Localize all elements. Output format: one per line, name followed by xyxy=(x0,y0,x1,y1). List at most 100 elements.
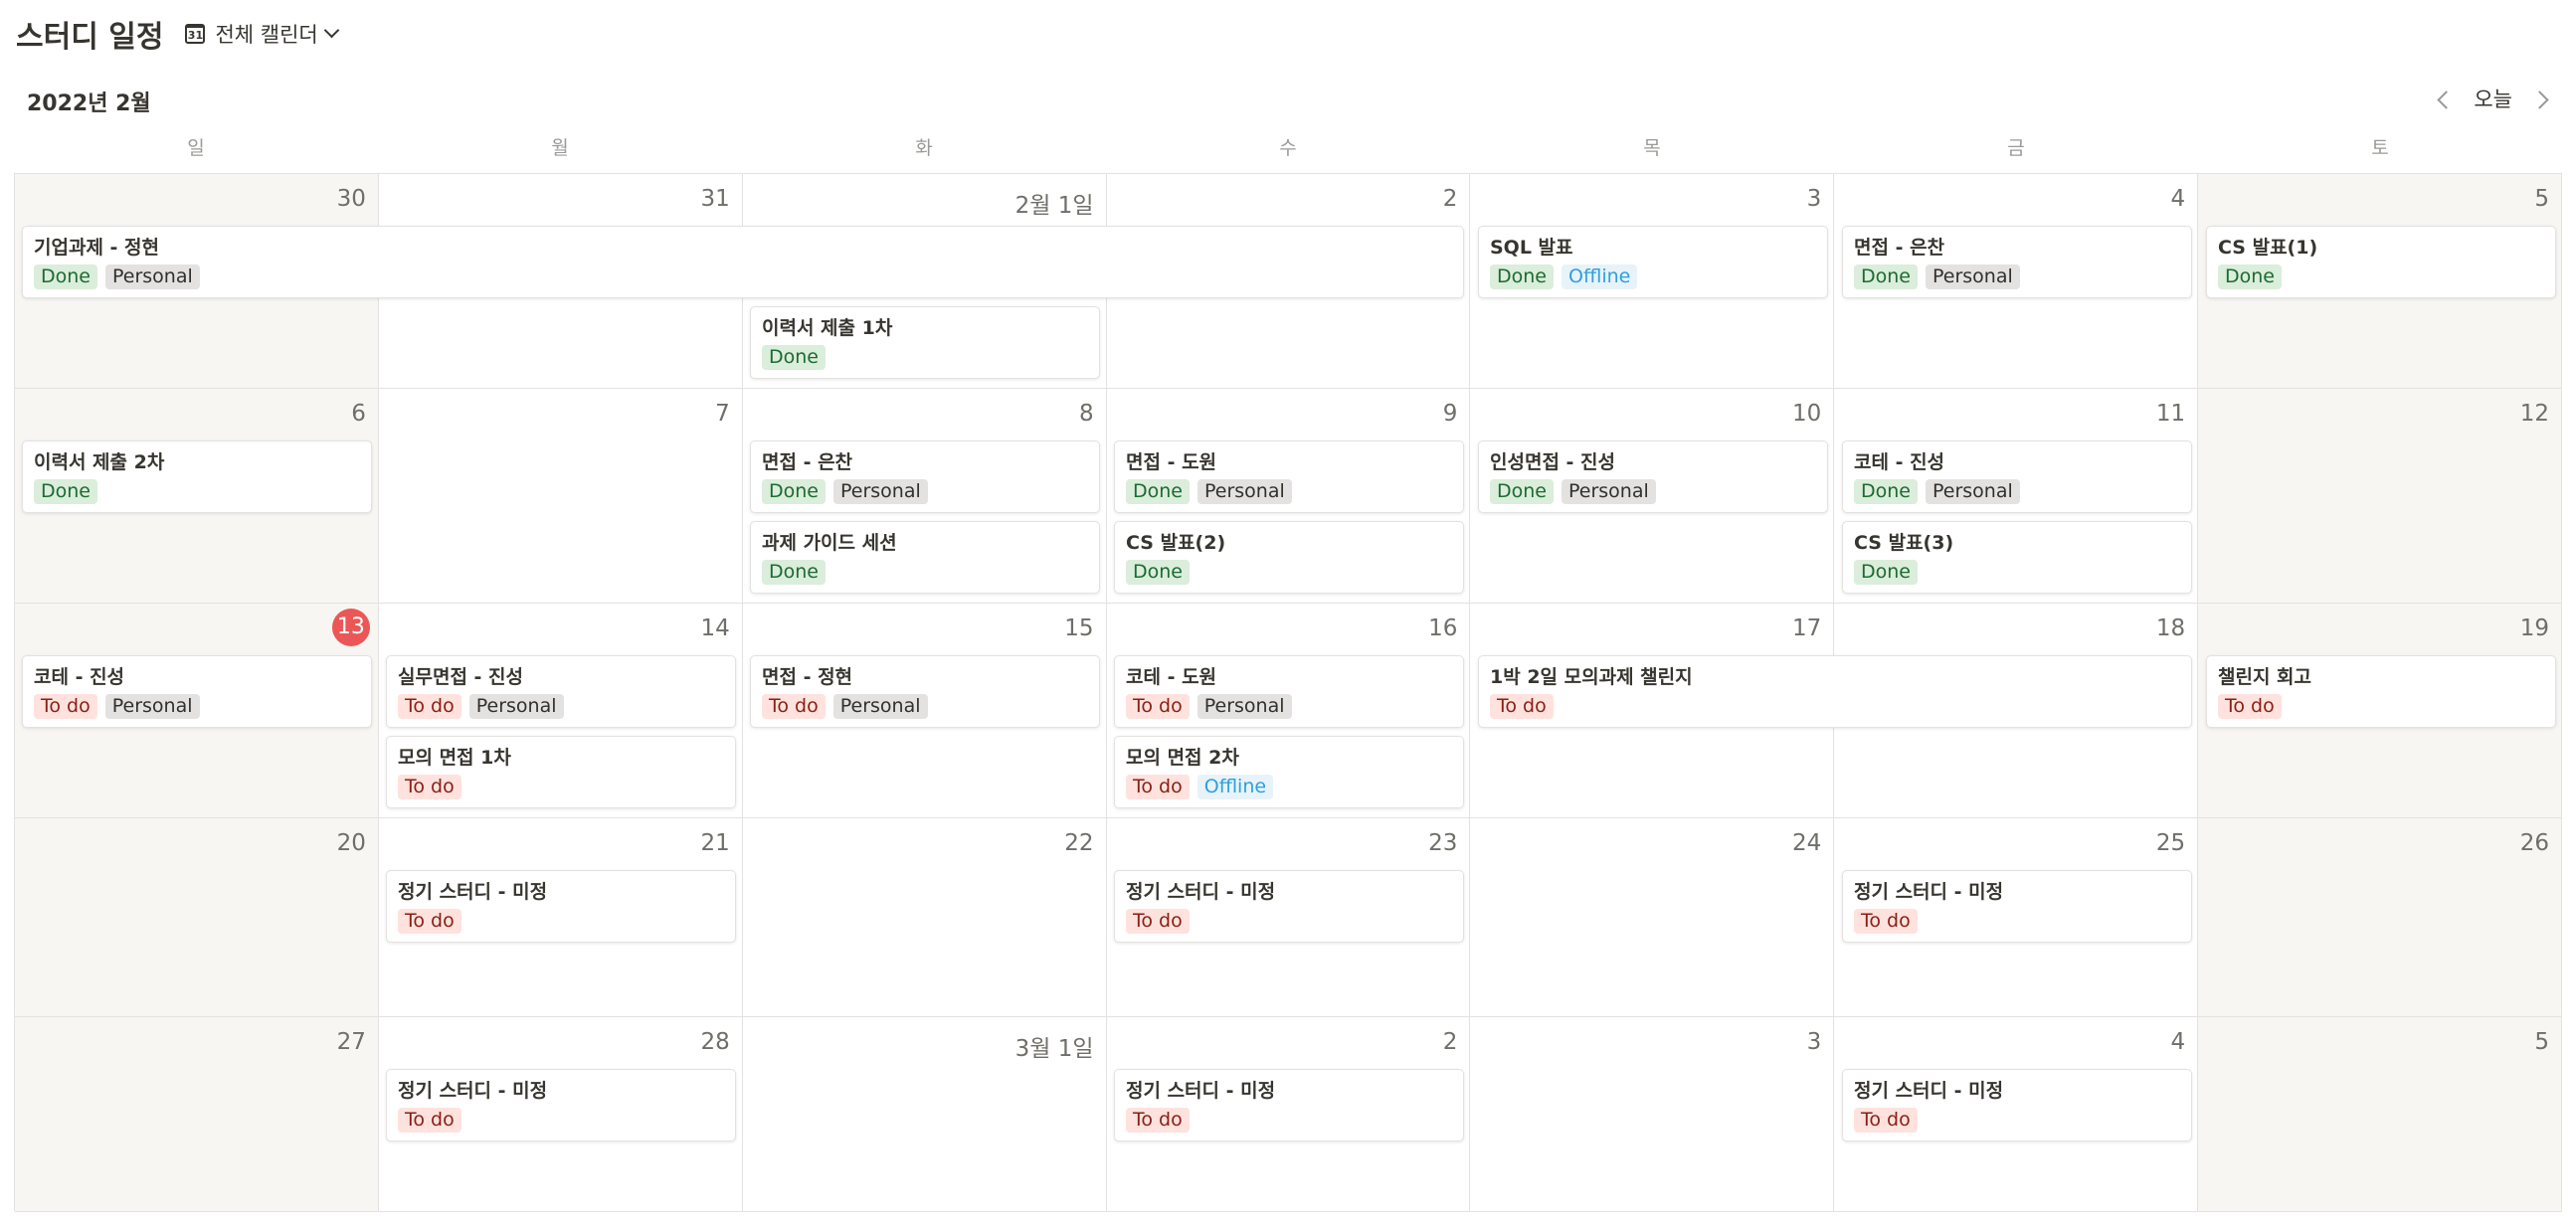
status-tag: Offline xyxy=(1196,775,1274,799)
status-tag: Done xyxy=(762,560,826,585)
event-card[interactable]: 모의 면접 2차 To do Offline xyxy=(1114,736,1464,808)
event-title: 코테 - 진성 xyxy=(34,666,125,688)
day-cell[interactable]: 3월 1일 xyxy=(742,1017,1107,1212)
event-card[interactable]: 코테 - 도원 To do Personal xyxy=(1114,655,1464,728)
chevron-left-icon[interactable] xyxy=(2432,84,2456,113)
day-cell[interactable]: 27 xyxy=(15,1017,379,1212)
event-tags: Done xyxy=(1126,560,1452,585)
day-number: 2 xyxy=(1442,1029,1458,1055)
event-card[interactable]: 면접 - 은찬 Done Personal xyxy=(750,440,1100,513)
status-tag: To do xyxy=(398,909,461,934)
status-tag: Personal xyxy=(833,479,928,504)
weekday-label: 토 xyxy=(2371,137,2389,159)
day-number: 4 xyxy=(2170,186,2186,212)
today-button[interactable]: 오늘 xyxy=(2474,84,2512,113)
day-number: 5 xyxy=(2534,186,2550,212)
status-tag: Done xyxy=(1854,479,1918,504)
day-number: 17 xyxy=(1792,615,1822,641)
status-tag: Personal xyxy=(1926,479,2020,504)
event-card[interactable]: 인성면접 - 진성 Done Personal xyxy=(1478,440,1828,513)
event-tags: Done Personal xyxy=(34,264,1452,289)
event-tags: To do xyxy=(1126,1108,1452,1133)
status-tag: Personal xyxy=(1196,694,1292,719)
event-title: CS 발표(3) xyxy=(1854,532,1954,554)
status-tag: To do xyxy=(1854,1108,1918,1133)
event-card[interactable]: CS 발표(3) Done xyxy=(1842,521,2192,594)
event-card[interactable]: 1박 2일 모의과제 챌린지 To do xyxy=(1478,655,2192,728)
day-number: 10 xyxy=(1792,401,1822,427)
event-card[interactable]: 모의 면접 1차 To do xyxy=(386,736,736,808)
event-card[interactable]: 면접 - 정현 To do Personal xyxy=(750,655,1100,728)
event-card[interactable]: 코테 - 진성 Done Personal xyxy=(1842,440,2192,513)
event-tags: To do Offline xyxy=(1126,775,1452,799)
status-tag: To do xyxy=(398,1108,461,1133)
event-card[interactable]: 코테 - 진성 To do Personal xyxy=(22,655,372,728)
event-title: 모의 면접 1차 xyxy=(398,747,511,769)
event-card[interactable]: 정기 스터디 - 미정 To do xyxy=(1842,1069,2192,1141)
day-cell[interactable]: 12 xyxy=(2198,389,2563,604)
event-card[interactable]: 정기 스터디 - 미정 To do xyxy=(1114,1069,1464,1141)
status-tag: Done xyxy=(1854,560,1918,585)
event-card[interactable]: 이력서 제출 2차 Done xyxy=(22,440,372,513)
event-card[interactable]: CS 발표(1) Done xyxy=(2206,226,2556,298)
event-card[interactable]: 실무면접 - 진성 To do Personal xyxy=(386,655,736,728)
day-number: 3월 1일 xyxy=(1014,1036,1094,1062)
status-tag: Offline xyxy=(1562,264,1638,289)
event-card[interactable]: 기업과제 - 정현 Done Personal xyxy=(22,226,1464,298)
day-number: 5 xyxy=(2534,1029,2550,1055)
status-tag: Personal xyxy=(1197,479,1292,504)
day-cell[interactable]: 24 xyxy=(1470,818,1835,1017)
event-card[interactable]: 이력서 제출 1차 Done xyxy=(750,306,1100,379)
day-number: 14 xyxy=(700,615,730,641)
day-number: 3 xyxy=(1806,1029,1822,1055)
day-number: 19 xyxy=(2519,615,2550,641)
event-title: 코테 - 도원 xyxy=(1126,666,1217,688)
event-tags: Done Personal xyxy=(1854,264,2180,289)
event-tags: Done xyxy=(1854,560,2180,585)
day-cell[interactable]: 22 xyxy=(742,818,1107,1017)
day-cell[interactable]: 26 xyxy=(2198,818,2563,1017)
day-number: 2월 1일 xyxy=(1014,193,1094,219)
event-card[interactable]: 정기 스터디 - 미정 To do xyxy=(1842,870,2192,943)
day-cell[interactable]: 20 xyxy=(15,818,379,1017)
event-tags: To do xyxy=(1126,909,1452,934)
event-title: 정기 스터디 - 미정 xyxy=(398,881,548,903)
day-cell[interactable]: 5 xyxy=(2198,1017,2563,1212)
event-card[interactable]: 면접 - 은찬 Done Personal xyxy=(1842,226,2192,298)
status-tag: Done xyxy=(762,345,826,370)
day-number: 28 xyxy=(700,1029,730,1055)
event-card[interactable]: 정기 스터디 - 미정 To do xyxy=(386,870,736,943)
day-cell[interactable]: 3 xyxy=(1470,1017,1835,1212)
event-title: 과제 가이드 세션 xyxy=(762,532,897,554)
event-tags: To do xyxy=(398,775,724,799)
event-card[interactable]: 면접 - 도원 Done Personal xyxy=(1114,440,1464,513)
chevron-down-icon xyxy=(323,22,340,38)
status-tag: To do xyxy=(1854,909,1918,934)
status-tag: Personal xyxy=(104,694,200,719)
event-tags: To do xyxy=(1490,694,2180,719)
event-card[interactable]: SQL 발표 Done Offline xyxy=(1478,226,1828,298)
status-tag: Done xyxy=(1854,264,1918,289)
event-title: 실무면접 - 진성 xyxy=(398,666,523,688)
event-card[interactable]: 챌린지 회고 To do xyxy=(2206,655,2556,728)
status-tag: To do xyxy=(1126,909,1190,934)
event-card[interactable]: 정기 스터디 - 미정 To do xyxy=(386,1069,736,1141)
event-title: 코테 - 진성 xyxy=(1854,451,1945,473)
event-tags: To do xyxy=(398,909,724,934)
event-card[interactable]: CS 발표(2) Done xyxy=(1114,521,1464,594)
page-title: 스터디 일정 xyxy=(16,20,164,55)
day-cell[interactable]: 7 xyxy=(378,389,743,604)
event-title: 정기 스터디 - 미정 xyxy=(1126,1080,1276,1102)
event-title: CS 발표(1) xyxy=(2218,237,2318,259)
event-card[interactable]: 정기 스터디 - 미정 To do xyxy=(1114,870,1464,943)
event-tags: Done xyxy=(762,560,1088,585)
event-card[interactable]: 과제 가이드 세션 Done xyxy=(750,521,1100,594)
event-title: 정기 스터디 - 미정 xyxy=(1126,881,1276,903)
calendar-view-dropdown[interactable]: 31 전체 캘린더 xyxy=(185,19,340,49)
week-row: 20 21 22 23 24 25 26 정기 스터디 - 미정 To do 정기 스터디 - 미… xyxy=(15,818,2563,1017)
status-tag: Personal xyxy=(468,694,564,719)
chevron-right-icon[interactable] xyxy=(2530,84,2554,113)
status-tag: Done xyxy=(34,264,97,289)
weekday-label: 월 xyxy=(551,137,569,159)
day-number: 23 xyxy=(1428,830,1458,856)
